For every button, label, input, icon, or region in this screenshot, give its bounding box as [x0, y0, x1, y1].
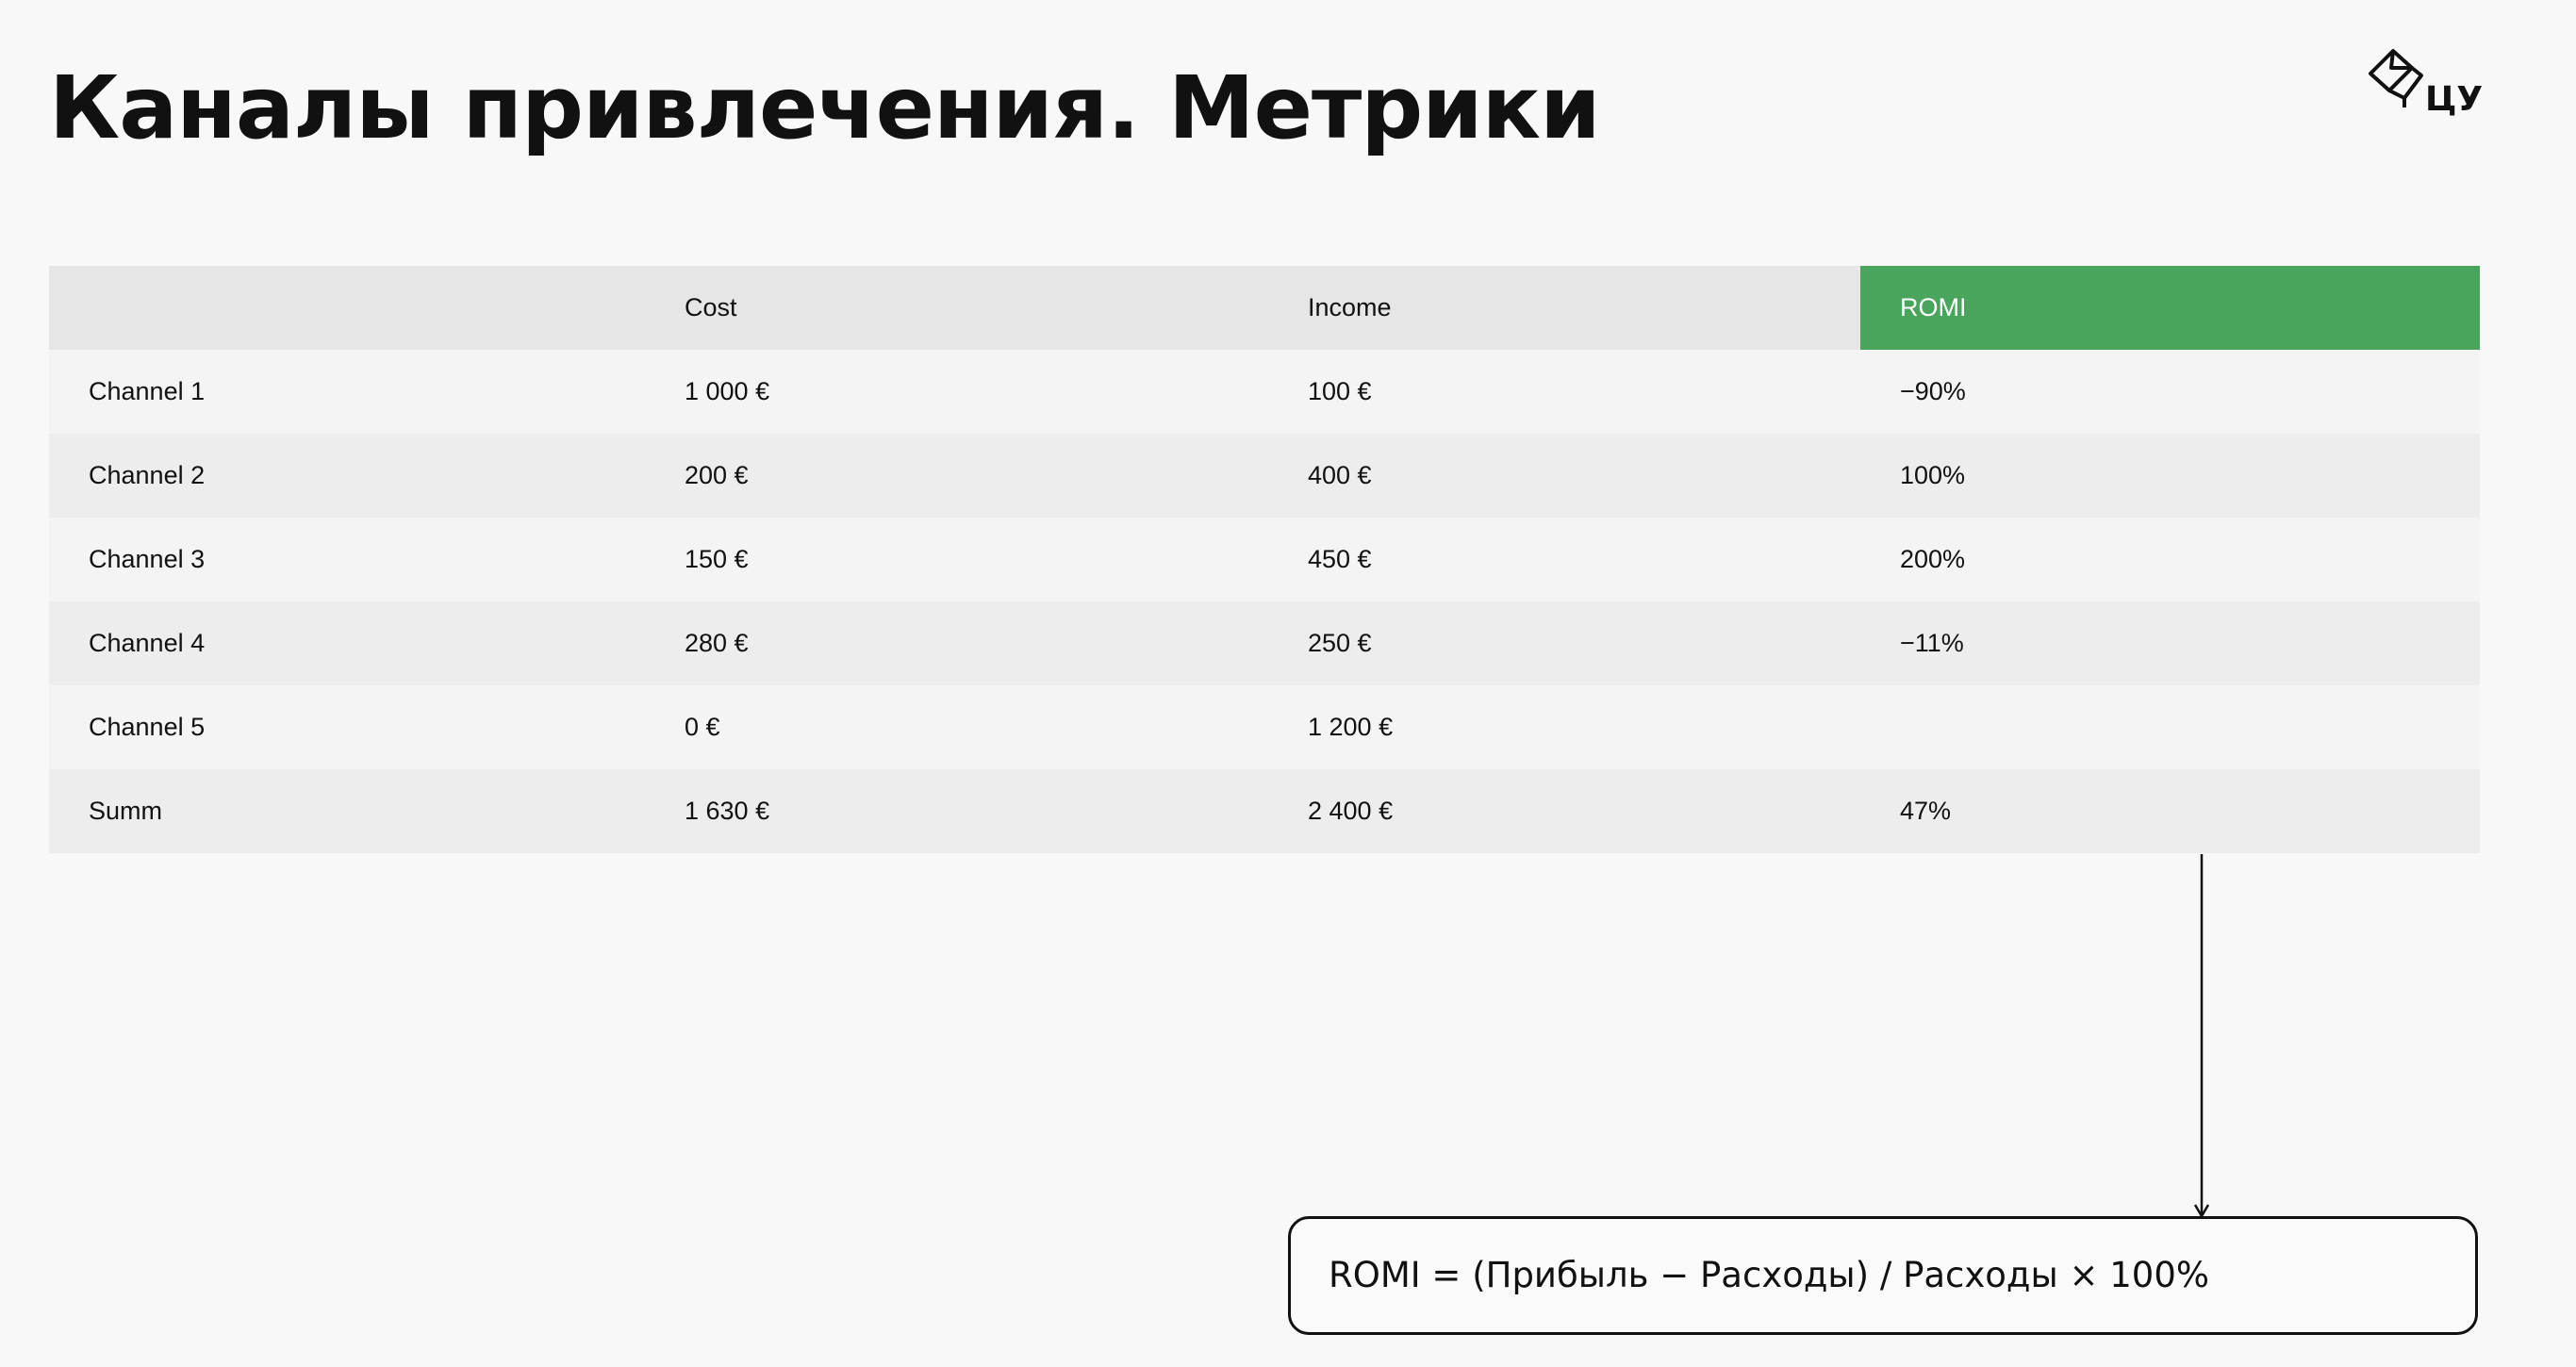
- income-cell: 100 €: [1308, 377, 1372, 405]
- romi-cell: 100%: [1900, 461, 1966, 489]
- table-header-row: Cost Income ROMI: [49, 266, 2480, 350]
- cost-cell: 0 €: [685, 713, 720, 741]
- summary-label-cell: Summ: [89, 797, 163, 825]
- romi-cell: −90%: [1900, 377, 1966, 405]
- channel-name-cell: Channel 3: [89, 545, 206, 573]
- brand-logo: ЦУ: [2367, 47, 2484, 123]
- table-row: Channel 3 150 € 450 € 200%: [49, 518, 2480, 601]
- metrics-table: Cost Income ROMI Channel 1 1 000 € 100 €…: [49, 266, 2480, 853]
- header-channel: [49, 266, 645, 350]
- table-row: Channel 2 200 € 400 € 100%: [49, 434, 2480, 518]
- cost-total-cell: 1 630 €: [685, 797, 770, 825]
- header-income: Income: [1308, 293, 1392, 321]
- table-row-summary: Summ 1 630 € 2 400 € 47%: [49, 769, 2480, 853]
- logo-text: ЦУ: [2425, 80, 2484, 119]
- income-cell: 400 €: [1308, 461, 1372, 489]
- income-cell: 250 €: [1308, 629, 1372, 657]
- page-title: Каналы привлечения. Метрики: [49, 58, 1601, 158]
- cost-cell: 1 000 €: [685, 377, 770, 405]
- channel-name-cell: Channel 4: [89, 629, 206, 657]
- romi-cell: [1860, 685, 2480, 769]
- cost-cell: 280 €: [685, 629, 749, 657]
- channel-name-cell: Channel 5: [89, 713, 206, 741]
- romi-formula: ROMI = (Прибыль − Расходы) / Расходы × 1…: [1329, 1255, 2210, 1295]
- romi-total-cell: 47%: [1900, 797, 1952, 825]
- channel-name-cell: Channel 2: [89, 461, 206, 489]
- income-cell: 450 €: [1308, 545, 1372, 573]
- cube-logo-icon: [2369, 49, 2423, 107]
- romi-cell: 200%: [1900, 545, 1966, 573]
- cost-cell: 150 €: [685, 545, 749, 573]
- romi-cell: −11%: [1900, 629, 1964, 657]
- header-romi: ROMI: [1860, 266, 2480, 350]
- table-row: Channel 5 0 € 1 200 €: [49, 685, 2480, 769]
- romi-formula-box: ROMI = (Прибыль − Расходы) / Расходы × 1…: [1288, 1216, 2478, 1335]
- table-row: Channel 1 1 000 € 100 € −90%: [49, 350, 2480, 434]
- income-total-cell: 2 400 €: [1308, 797, 1394, 825]
- channel-name-cell: Channel 1: [89, 377, 206, 405]
- income-cell: 1 200 €: [1308, 713, 1394, 741]
- cost-cell: 200 €: [685, 461, 749, 489]
- header-cost: Cost: [685, 293, 737, 321]
- table-row: Channel 4 280 € 250 € −11%: [49, 601, 2480, 685]
- down-arrow-icon: [2193, 854, 2210, 1218]
